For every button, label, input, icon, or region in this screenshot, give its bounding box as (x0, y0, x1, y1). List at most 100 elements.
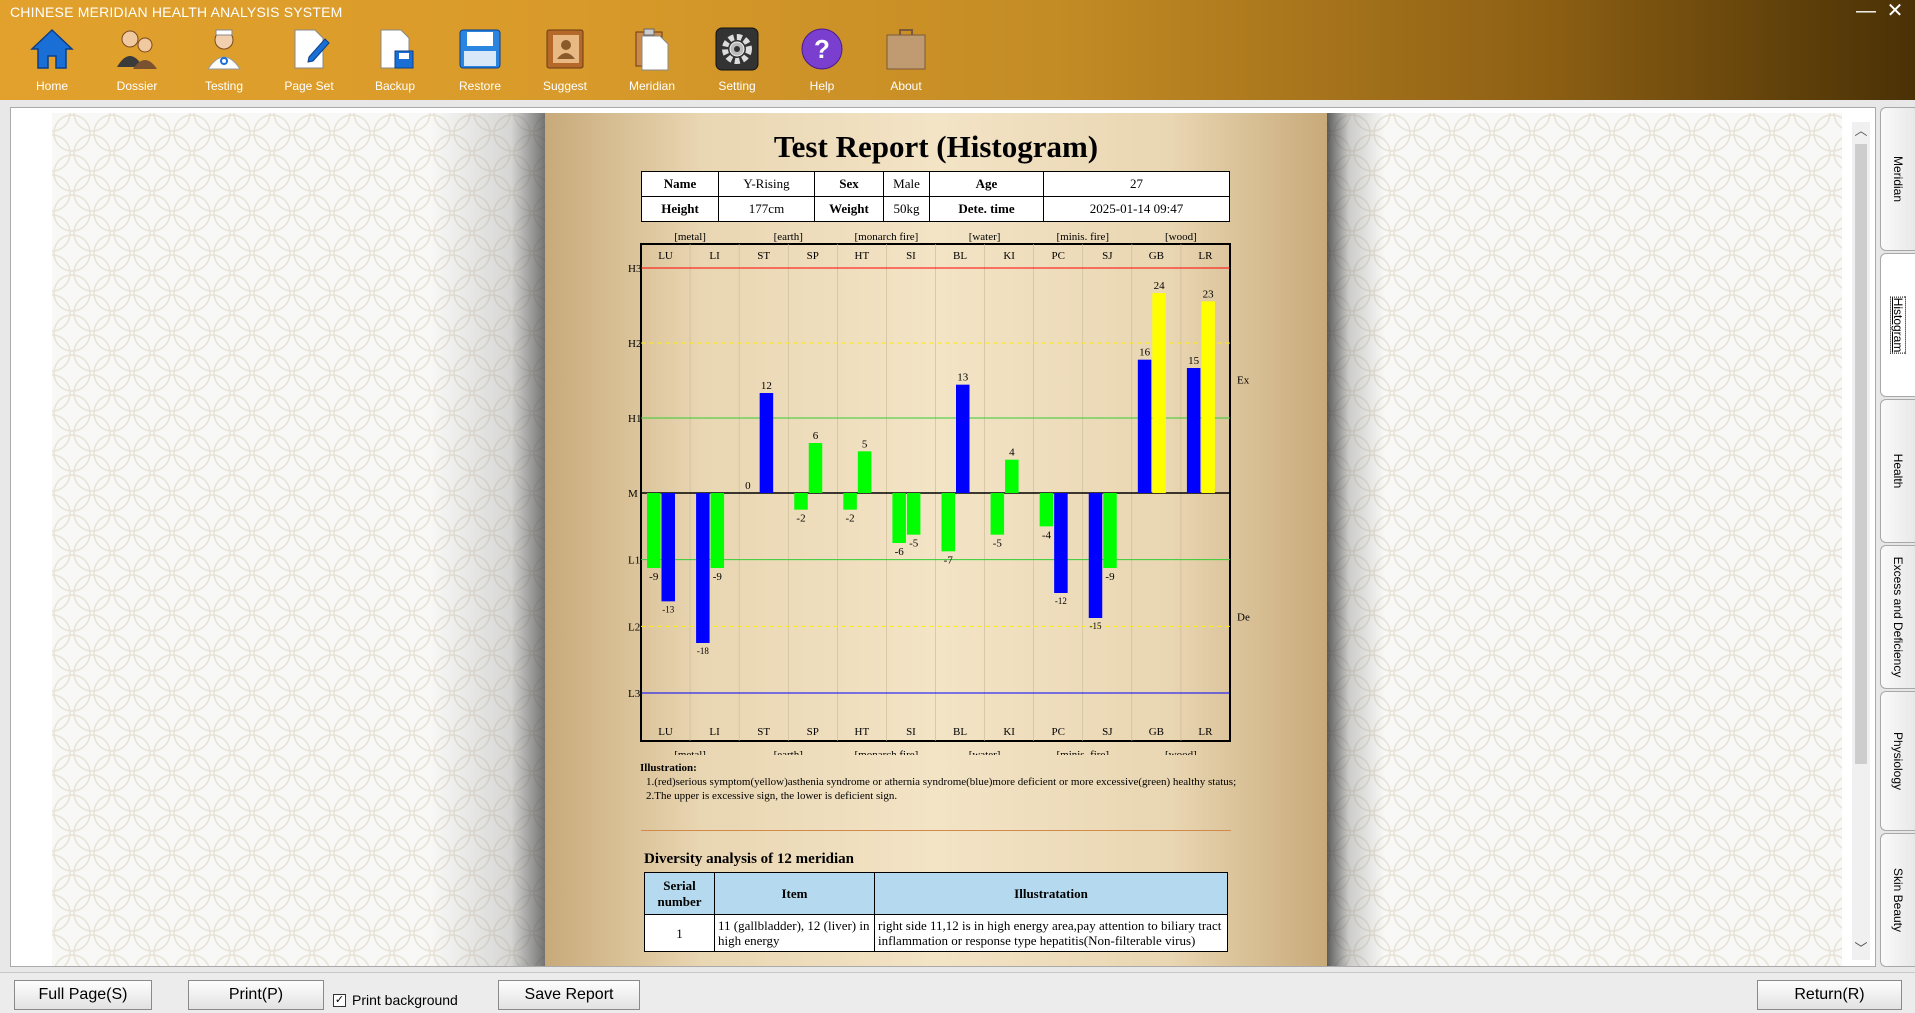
print-background-checkbox[interactable]: ✓ Print background (333, 991, 458, 1009)
category-label-bottom: LU (658, 726, 673, 738)
category-label-bottom: LR (1198, 726, 1213, 738)
category-label-top: LI (709, 250, 720, 262)
report-title: Test Report (Histogram) (773, 129, 1099, 164)
bar-value-label: 12 (761, 380, 772, 392)
toolbar-setting-button[interactable]: Setting (694, 27, 780, 97)
illustration: Illustration: 1.(red)serious symptom(yel… (640, 761, 1240, 803)
level-label: H3 (628, 263, 642, 275)
print-background-label: Print background (352, 992, 458, 1008)
tab-label: Meridian (1891, 155, 1905, 203)
tab-meridian[interactable]: Meridian (1880, 107, 1915, 251)
bar-value-label: -12 (1055, 596, 1067, 606)
bar-value-label: -6 (895, 546, 905, 558)
backup-icon (380, 29, 414, 69)
histogram-bar (1005, 459, 1019, 493)
bar-value-label: -4 (1042, 529, 1052, 541)
illustration-cell: right side 11,12 is in high energy area,… (874, 914, 1228, 952)
toolbar-backup-button[interactable]: Backup (352, 27, 438, 97)
toolbar-label: Home (35, 79, 68, 93)
category-label-bottom: BL (953, 726, 967, 738)
tab-health[interactable]: Health (1880, 399, 1915, 543)
toolbar-label: Setting (718, 79, 756, 93)
full-page-button[interactable]: Full Page(S) (14, 980, 152, 1010)
histogram-bar (794, 493, 808, 510)
save-report-button[interactable]: Save Report (498, 980, 640, 1010)
tab-label: Physiology (1891, 731, 1905, 791)
level-label: L3 (628, 688, 641, 700)
category-label-top: HT (855, 250, 870, 262)
report-page[interactable]: Test Report (Histogram) Name Y-Rising Se… (545, 113, 1327, 966)
toolbar-dossier-button[interactable]: Dossier (94, 27, 180, 97)
bar-value-label: -5 (993, 538, 1003, 550)
toolbar-label: Restore (458, 79, 502, 93)
patient-info-table: Name Y-Rising Sex Male Age 27 Height 177… (641, 171, 1230, 222)
category-label-bottom: GB (1149, 726, 1164, 738)
age-value: 27 (1043, 171, 1230, 197)
level-label: M (628, 488, 638, 500)
page-shadow-left (430, 113, 545, 966)
bar-value-label: -9 (649, 571, 659, 583)
toolbar-restore-button[interactable]: Restore (437, 27, 523, 97)
category-label-top: LR (1198, 250, 1213, 262)
scroll-thumb[interactable] (1855, 144, 1867, 764)
toolbar-about-button[interactable]: About (863, 27, 949, 97)
close-button[interactable]: ✕ (1882, 0, 1908, 22)
weight-label: Weight (814, 196, 884, 222)
scroll-up-icon[interactable]: ︿ (1852, 122, 1870, 140)
histogram-bar (759, 393, 774, 493)
category-label-bottom: HT (855, 726, 870, 738)
level-label: L1 (628, 555, 640, 567)
vertical-scrollbar[interactable]: ︿ ﹀ (1852, 122, 1870, 960)
level-label: H2 (628, 338, 641, 350)
tab-excess-deficiency[interactable]: Excess and Deficiency (1880, 545, 1915, 689)
element-label-bottom: [metal] (674, 749, 706, 755)
scroll-down-icon[interactable]: ﹀ (1852, 940, 1870, 958)
toolbar-label: Backup (374, 79, 416, 93)
tab-skin-beauty[interactable]: Skin Beauty (1880, 833, 1915, 967)
histogram-bar (941, 493, 955, 552)
toolbar-home-button[interactable]: Home (9, 27, 95, 97)
toolbar-page-set-button[interactable]: Page Set (266, 27, 352, 97)
toolbar-meridian-button[interactable]: Meridian (609, 27, 695, 97)
excess-label: Ex (1237, 375, 1250, 387)
category-label-bottom: KI (1003, 726, 1015, 738)
minimize-button[interactable]: — (1853, 0, 1879, 22)
bar-value-label: 15 (1188, 355, 1200, 367)
toolbar-help-button[interactable]: ? Help (779, 27, 865, 97)
histogram-bar (696, 493, 710, 643)
page-edit-icon (294, 29, 330, 69)
return-button[interactable]: Return(R) (1757, 980, 1902, 1010)
print-button[interactable]: Print(P) (188, 980, 324, 1010)
checkbox-check-icon[interactable]: ✓ (333, 993, 346, 1007)
tab-physiology[interactable]: Physiology (1880, 691, 1915, 831)
histogram-bar (1152, 293, 1166, 493)
tab-label: Skin Beauty (1891, 867, 1905, 933)
bar-value-label: -2 (845, 513, 854, 525)
about-bag-icon (886, 29, 926, 70)
age-label: Age (929, 171, 1044, 197)
tab-label: Health (1891, 453, 1905, 489)
bar-value-label: -13 (662, 604, 674, 614)
column-header-illustration: Illustratation (874, 872, 1228, 915)
bar-value-label: 6 (813, 430, 819, 442)
tab-histogram[interactable]: Histogram (1880, 253, 1915, 397)
page-shadow-right (1325, 113, 1385, 966)
category-label-bottom: PC (1051, 726, 1064, 738)
toolbar-label: Suggest (542, 79, 588, 93)
doctor-icon (207, 29, 241, 70)
weight-value: 50kg (883, 196, 930, 222)
histogram-bar (843, 493, 857, 510)
element-label-bottom: [earth] (774, 749, 803, 755)
toolbar-testing-button[interactable]: Testing (181, 27, 267, 97)
height-label: Height (641, 196, 719, 222)
restore-icon (459, 29, 501, 69)
bar-value-label: -9 (713, 571, 723, 583)
histogram-bar (956, 384, 970, 493)
illustration-line-1: 1.(red)serious symptom(yellow)asthenia s… (646, 776, 1237, 788)
category-label-top: BL (953, 250, 967, 262)
category-label-top: SP (807, 250, 819, 262)
toolbar-suggest-button[interactable]: Suggest (522, 27, 608, 97)
histogram-bar (892, 493, 906, 543)
element-label-top: [water] (969, 231, 1001, 243)
bar-value-label: 24 (1154, 280, 1166, 292)
